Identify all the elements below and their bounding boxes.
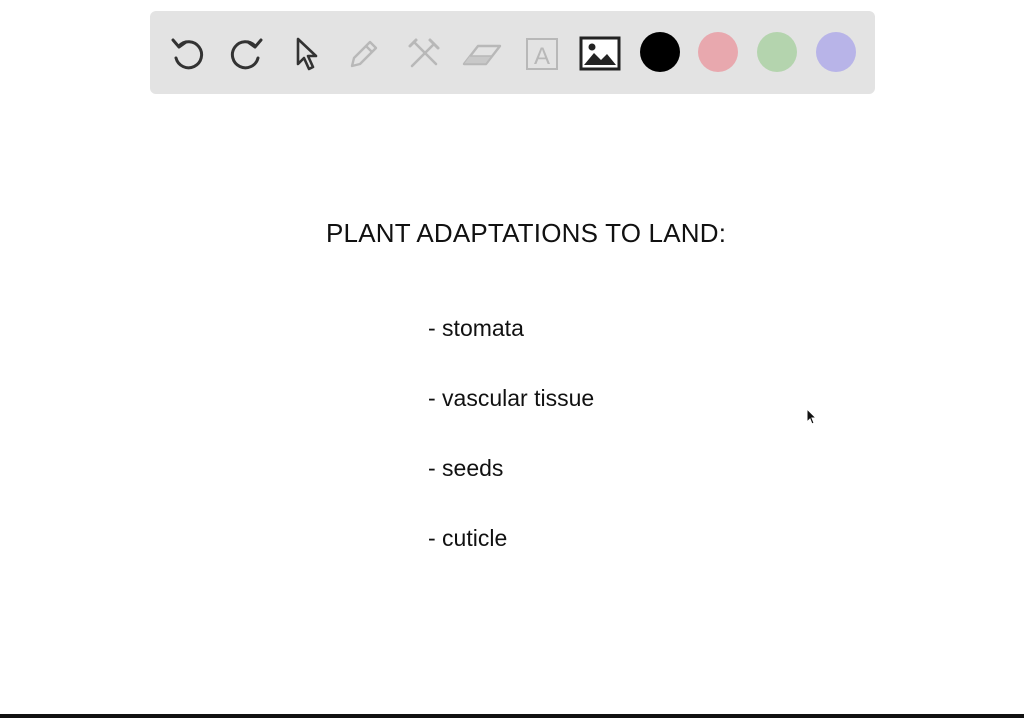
list-item: - vascular tissue (428, 385, 595, 411)
text-tool-button[interactable]: A (520, 32, 564, 76)
list-item: - seeds (428, 455, 504, 481)
tools-icon (408, 38, 440, 68)
pen-icon (350, 40, 378, 68)
color-swatch-purple[interactable] (816, 32, 856, 72)
undo-button[interactable] (166, 32, 210, 76)
pointer-icon (296, 37, 318, 71)
bottom-border (0, 714, 1024, 718)
drawing-canvas[interactable]: PLANT ADAPTATIONS TO LAND: - stomata - v… (0, 94, 1024, 714)
list-item: - stomata (428, 315, 524, 341)
canvas-title: PLANT ADAPTATIONS TO LAND: (326, 218, 727, 248)
eraser-icon (462, 44, 502, 66)
whiteboard-page: A PLANT ADAPTATIONS TO LAND: - stomata -… (0, 0, 1024, 718)
image-tool-button[interactable] (578, 32, 622, 76)
color-swatch-red[interactable] (698, 32, 738, 72)
undo-icon (171, 38, 204, 70)
color-swatch-green[interactable] (757, 32, 797, 72)
tools-button[interactable] (402, 32, 446, 76)
redo-button[interactable] (224, 32, 268, 76)
eraser-tool-button[interactable] (460, 32, 504, 76)
select-tool-button[interactable] (284, 32, 328, 76)
mouse-cursor-icon (806, 408, 818, 425)
image-icon (579, 36, 621, 71)
pen-tool-button[interactable] (342, 32, 386, 76)
toolbar: A (150, 11, 875, 94)
text-icon: A (526, 38, 558, 70)
color-swatch-black[interactable] (640, 32, 680, 72)
redo-icon (230, 38, 263, 70)
text-tool-glyph: A (534, 43, 550, 70)
list-item: - cuticle (428, 525, 508, 551)
